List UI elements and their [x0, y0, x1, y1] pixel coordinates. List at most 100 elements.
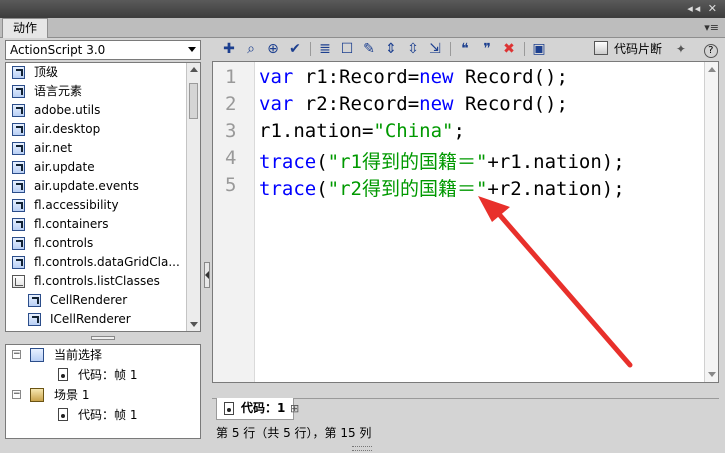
tab-code-1[interactable]: 代码：1 — [216, 398, 295, 420]
code-line[interactable]: trace("r1得到的国籍＝"+r1.nation); — [259, 147, 625, 174]
scroll-up-icon[interactable] — [190, 67, 198, 72]
code-snippets-button[interactable]: 代码片断 ✦ ? — [594, 40, 718, 58]
column-divider[interactable] — [203, 40, 211, 440]
toolbox-scrollbar[interactable] — [186, 63, 200, 331]
toolbar-separator — [524, 42, 525, 56]
toolbox-item[interactable]: fl.containers — [6, 215, 200, 234]
scroll-down-icon[interactable] — [708, 372, 716, 377]
code-token: ; — [453, 120, 465, 142]
toolbar-separator — [450, 42, 451, 56]
target-icon[interactable]: ⊕ — [264, 40, 282, 58]
collapse-left-icon[interactable] — [204, 262, 210, 288]
add-icon[interactable]: ✚ — [220, 40, 238, 58]
package-icon — [12, 237, 25, 250]
snippets-icon — [594, 41, 608, 55]
expand-icon[interactable]: ⇳ — [404, 40, 422, 58]
script-nav-item[interactable]: − 当前选择 — [6, 345, 200, 365]
collapse-icon[interactable]: ⇕ — [382, 40, 400, 58]
toolbox-item[interactable]: fl.accessibility — [6, 196, 200, 215]
panel-tab-row: 动作 ▾≡ — [0, 18, 725, 38]
toolbox-item-label: adobe.utils — [34, 103, 101, 117]
toolbox-item-label: fl.containers — [34, 217, 109, 231]
toolbox-item-label: ICellRenderer — [50, 312, 131, 326]
pin-icon[interactable]: ⊞ — [290, 402, 304, 416]
script-nav-item[interactable]: − 场景 1 — [6, 385, 200, 405]
help-button[interactable]: ? — [703, 44, 718, 58]
code-token: r2:Record= — [293, 93, 420, 115]
toolbox-item[interactable]: fl.controls.listClasses — [6, 272, 200, 291]
toolbox-item[interactable]: air.net — [6, 139, 200, 158]
toolbar-separator — [310, 42, 311, 56]
package-icon — [12, 104, 25, 117]
script-assist-icon[interactable]: ▣ — [530, 40, 548, 58]
script-nav-list: − 当前选择 代码：帧 1 − 场景 1 代码：帧 1 — [6, 345, 200, 425]
scene-icon — [30, 388, 44, 402]
scroll-thumb[interactable] — [189, 83, 198, 119]
splitter-grip[interactable] — [91, 336, 115, 340]
toolbox-item-label: CellRenderer — [50, 293, 128, 307]
panel-menu-icon[interactable]: ▾≡ — [704, 21, 719, 34]
class-icon — [28, 313, 41, 326]
toolbox-item[interactable]: adobe.utils — [6, 101, 200, 120]
wand-icon[interactable]: ✦ — [676, 42, 686, 56]
collapse-toggle-icon[interactable]: − — [12, 390, 21, 399]
keyword-token: var — [259, 93, 294, 115]
toolbox-splitter[interactable] — [5, 334, 201, 342]
script-nav-item[interactable]: 代码：帧 1 — [6, 365, 200, 385]
line-number: 1 — [225, 66, 237, 88]
find-icon[interactable]: ⌕ — [242, 40, 260, 58]
comment-icon[interactable]: ❝ — [456, 40, 474, 58]
toolbox-item-label: air.update — [34, 160, 95, 174]
toolbox-item-label: fl.controls.listClasses — [34, 274, 160, 288]
code-line[interactable]: var r1:Record=new Record(); — [259, 66, 568, 88]
toolbox-item[interactable]: air.update.events — [6, 177, 200, 196]
selection-icon — [30, 348, 44, 362]
toolbox-item[interactable]: CellRenderer — [6, 291, 200, 310]
snippets-label: 代码片断 — [614, 42, 663, 56]
toolbox-item[interactable]: ICellRenderer — [6, 310, 200, 329]
line-number: 3 — [225, 120, 237, 142]
keyword-token: var — [259, 66, 294, 88]
toolbox-item[interactable]: air.desktop — [6, 120, 200, 139]
line-number: 5 — [225, 174, 237, 196]
scroll-up-icon[interactable] — [708, 67, 716, 72]
collapse-toggle-icon[interactable]: − — [12, 350, 21, 359]
code-token: Record(); — [453, 93, 568, 115]
tab-actions[interactable]: 动作 — [2, 18, 49, 38]
toolbox-item[interactable]: fl.controls — [6, 234, 200, 253]
collapse-all-icon[interactable]: ⇲ — [426, 40, 444, 58]
editor-scrollbar[interactable] — [704, 62, 718, 382]
code-line[interactable]: var r2:Record=new Record(); — [259, 93, 568, 115]
package-icon — [12, 180, 25, 193]
line-comment-icon[interactable]: ❞ — [478, 40, 496, 58]
keyword-token: new — [419, 66, 454, 88]
script-editor[interactable]: var r1:Record=new Record(); var r2:Record… — [212, 61, 719, 383]
function-token: trace — [259, 151, 317, 173]
toolbox-item[interactable]: fl.controls.dataGridCla... — [6, 253, 200, 272]
code-line[interactable]: r1.nation="China"; — [259, 120, 465, 142]
code-line[interactable]: trace("r2得到的国籍＝"+r2.nation); — [259, 174, 625, 201]
code-hint-icon[interactable]: ☐ — [338, 40, 356, 58]
toolbox-item[interactable]: 语言元素 — [6, 82, 200, 101]
title-bar: ◂◂ ✕ — [0, 0, 725, 18]
package-icon — [12, 142, 25, 155]
toolbox-item[interactable]: air.update — [6, 158, 200, 177]
code-token: +r1.nation); — [487, 151, 625, 173]
toolbox-item-label: fl.controls — [34, 236, 94, 250]
auto-format-icon[interactable]: ≣ — [316, 40, 334, 58]
scroll-down-icon[interactable] — [190, 322, 198, 327]
resize-grip[interactable] — [352, 446, 372, 451]
uncomment-icon[interactable]: ✖ — [500, 40, 518, 58]
string-token: "r2得到的国籍＝" — [327, 178, 488, 200]
debug-icon[interactable]: ✎ — [360, 40, 378, 58]
script-nav-item[interactable]: 代码：帧 1 — [6, 405, 200, 425]
status-bar: 第 5 行（共 5 行），第 15 列 — [216, 426, 372, 440]
string-token: "r1得到的国籍＝" — [327, 151, 488, 173]
code-token: +r2.nation); — [487, 178, 625, 200]
class-icon — [28, 294, 41, 307]
toolbox-item-label: fl.controls.dataGridCla... — [34, 255, 180, 269]
check-syntax-icon[interactable]: ✔ — [286, 40, 304, 58]
language-select[interactable]: ActionScript 3.0 — [5, 40, 201, 60]
panel-collapse-icon[interactable]: ◂◂ ✕ — [687, 2, 719, 15]
toolbox-item[interactable]: 顶级 — [6, 63, 200, 82]
